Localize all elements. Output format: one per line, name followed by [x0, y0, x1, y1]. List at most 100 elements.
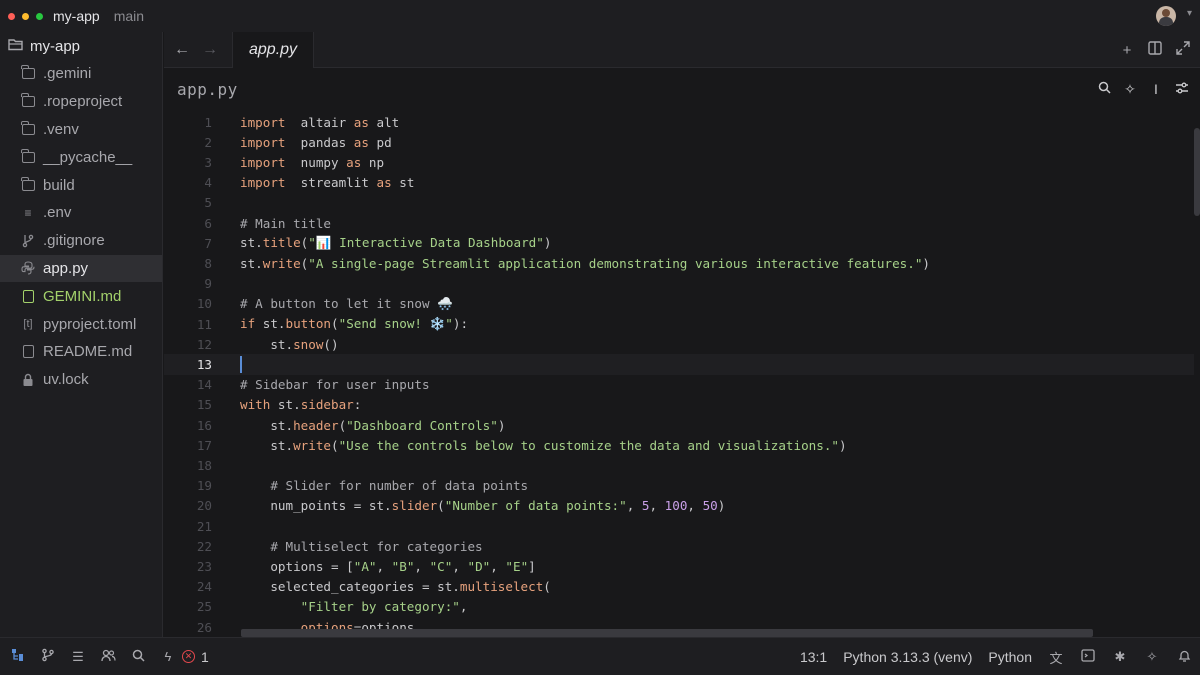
code-token: 50	[702, 498, 718, 514]
code-text: import pandas as pd	[240, 135, 392, 150]
minimize-window-button[interactable]	[22, 12, 29, 20]
search-icon[interactable]	[1096, 81, 1112, 97]
code-line[interactable]: 23 options = ["A", "B", "C", "D", "E"]	[164, 556, 1194, 576]
sidebar-item-label: .env	[43, 204, 72, 222]
translate-icon[interactable]: 文	[1048, 648, 1064, 667]
sidebar-item[interactable]: GEMINI.md	[0, 282, 162, 310]
sidebar-item[interactable]: .venv	[0, 116, 162, 144]
search-icon[interactable]	[130, 649, 146, 665]
avatar[interactable]	[1156, 6, 1176, 26]
sidebar-item[interactable]: [t] pyproject.toml	[0, 310, 162, 338]
sidebar-item[interactable]: app.py	[0, 254, 162, 283]
collaborators-icon[interactable]	[100, 649, 116, 665]
chevron-down-icon[interactable]: ▾	[1187, 8, 1192, 19]
code-token: ,	[626, 498, 642, 514]
code-text: with st.sidebar:	[240, 397, 361, 412]
code-line[interactable]: 16 st.header("Dashboard Controls")	[164, 415, 1194, 435]
code-line[interactable]: 22 # Multiselect for categories	[164, 536, 1194, 556]
code-line[interactable]: 25 "Filter by category:",	[164, 597, 1194, 617]
code-line[interactable]: 6 # Main title	[164, 213, 1194, 233]
split-pane-icon[interactable]	[1146, 41, 1164, 59]
notification-bell-icon[interactable]	[1176, 649, 1192, 666]
forward-arrow-icon[interactable]: →	[196, 41, 224, 59]
terminal-icon[interactable]	[1080, 649, 1096, 665]
tab-app-py[interactable]: app.py	[232, 32, 315, 68]
code-line[interactable]: 3 import numpy as np	[164, 152, 1194, 172]
line-number: 23	[196, 558, 212, 574]
project-name[interactable]: my-app	[53, 8, 100, 24]
code-text: st.snow()	[240, 337, 338, 352]
code-token: "A"	[353, 558, 377, 574]
code-line[interactable]: 7 st.title("📊 Interactive Data Dashboard"…	[164, 233, 1194, 253]
code-line[interactable]: 11 if st.button("Send snow! ❄️"):	[164, 314, 1194, 334]
code-line[interactable]: 4 import streamlit as st	[164, 173, 1194, 193]
assistant-sparkle-icon[interactable]: ✧	[1144, 649, 1160, 665]
close-window-button[interactable]	[8, 12, 15, 20]
sidebar-item[interactable]: README.md	[0, 338, 162, 366]
sidebar-item-label: pyproject.toml	[43, 315, 137, 333]
lightning-icon[interactable]: ϟ	[160, 649, 176, 664]
outline-icon[interactable]: ☰	[70, 649, 86, 665]
sidebar-item[interactable]: .ropeproject	[0, 88, 162, 116]
language-mode[interactable]: Python	[988, 649, 1032, 665]
sidebar-item[interactable]: uv.lock	[0, 366, 162, 394]
line-number: 10	[196, 296, 212, 312]
markdown-icon	[20, 344, 36, 360]
code-line[interactable]: 17 st.write("Use the controls below to c…	[164, 435, 1194, 455]
toml-icon: [t]	[23, 318, 33, 331]
horizontal-scrollbar[interactable]	[241, 629, 1093, 637]
code-line[interactable]: 8 st.write("A single-page Streamlit appli…	[164, 253, 1194, 273]
vertical-scrollbar[interactable]	[1194, 128, 1200, 216]
code-text: st.title("📊 Interactive Data Dashboard")	[240, 235, 551, 251]
code-token: "Filter by category:"	[240, 599, 460, 615]
code-line[interactable]: 20 num_points = st.slider("Number of dat…	[164, 496, 1194, 516]
code-token: )	[497, 417, 506, 433]
line-number: 4	[204, 175, 212, 191]
code-line[interactable]: 5	[164, 193, 1194, 213]
code-line[interactable]: 15 with st.sidebar:	[164, 395, 1194, 415]
project-root-label: my-app	[30, 37, 81, 55]
sparkle-icon[interactable]: ✧	[1122, 81, 1138, 98]
project-root[interactable]: my-app	[0, 32, 162, 60]
sidebar-item[interactable]: build	[0, 171, 162, 199]
sidebar-item-label: GEMINI.md	[43, 287, 122, 305]
code-line[interactable]: 19 # Slider for number of data points	[164, 476, 1194, 496]
code-line[interactable]: 9	[164, 274, 1194, 294]
code-line[interactable]: 14 # Sidebar for user inputs	[164, 375, 1194, 395]
code-token: import	[240, 154, 286, 170]
sidebar-item[interactable]: .gitignore	[0, 227, 162, 255]
cursor-position[interactable]: 13:1	[800, 649, 827, 665]
code-line[interactable]: 24 selected_categories = st.multiselect(	[164, 577, 1194, 597]
sidebar-item[interactable]: __pycache__	[0, 143, 162, 171]
code-line[interactable]: 21	[164, 516, 1194, 536]
code-line[interactable]: 13	[164, 354, 1194, 375]
code-text: # Slider for number of data points	[240, 478, 528, 493]
maximize-window-button[interactable]	[36, 12, 43, 20]
debug-bug-icon[interactable]: ✱	[1112, 649, 1128, 665]
project-panel-icon[interactable]	[10, 648, 26, 665]
maximize-icon[interactable]	[1174, 41, 1192, 59]
diagnostics-indicator[interactable]: ✕ 1	[182, 649, 209, 665]
code-line[interactable]: 18	[164, 455, 1194, 475]
code-token: import	[240, 175, 286, 191]
code-editor[interactable]: 1 import altair as alt 2 import pandas as p…	[164, 110, 1200, 637]
settings-sliders-icon[interactable]	[1174, 81, 1190, 97]
sidebar-item[interactable]: .gemini	[0, 60, 162, 88]
python-interpreter[interactable]: Python 3.13.3 (venv)	[843, 649, 972, 665]
back-arrow-icon[interactable]: ←	[168, 41, 196, 59]
breadcrumb-file[interactable]: app.py	[177, 80, 238, 99]
branch-name[interactable]: main	[114, 8, 144, 24]
sidebar-item[interactable]: ≡ .env	[0, 199, 162, 227]
python-icon	[20, 260, 36, 276]
line-number: 8	[204, 255, 212, 271]
text-cursor-icon[interactable]: I	[1148, 81, 1164, 97]
code-line[interactable]: 10 # A button to let it snow 🌨️	[164, 294, 1194, 314]
git-icon	[20, 233, 36, 249]
new-tab-icon[interactable]: +	[1118, 42, 1136, 59]
code-line[interactable]: 12 st.snow()	[164, 334, 1194, 354]
git-branch-icon[interactable]	[40, 648, 56, 665]
line-number: 9	[204, 276, 212, 292]
code-line[interactable]: 1 import altair as alt	[164, 112, 1194, 132]
code-line[interactable]: 2 import pandas as pd	[164, 132, 1194, 152]
error-icon: ✕	[182, 650, 195, 663]
